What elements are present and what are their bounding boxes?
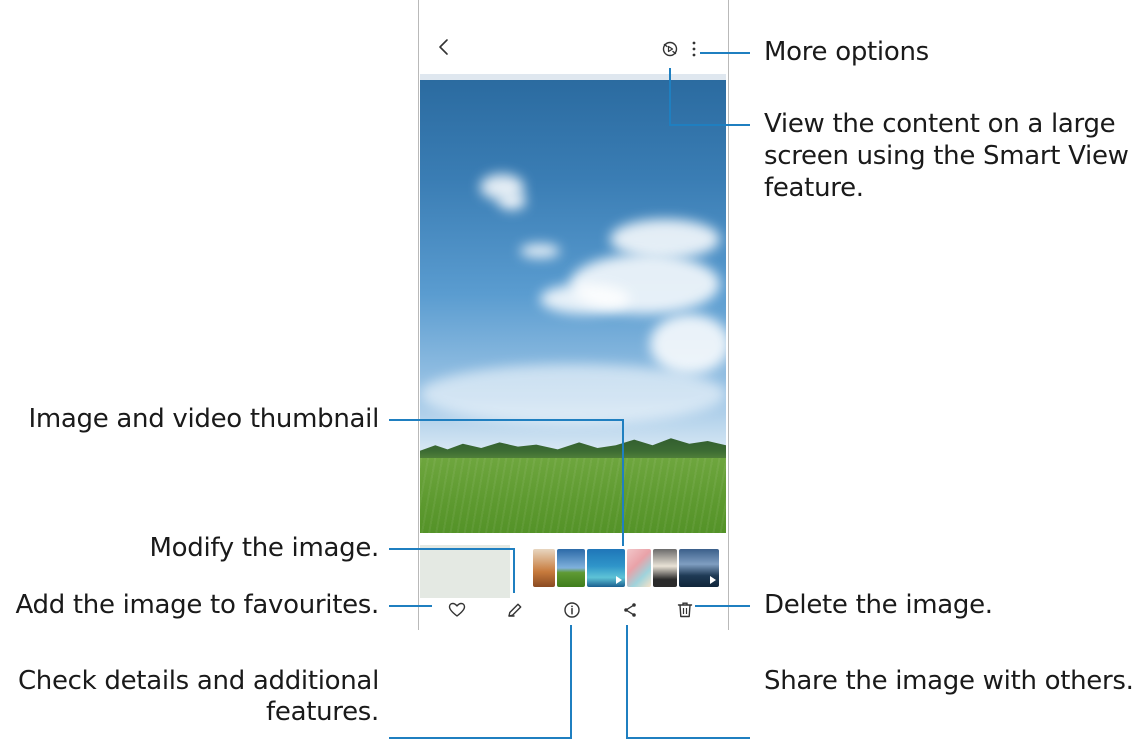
callout-line-thumbnail-h [389, 419, 624, 421]
label-delete: Delete the image. [764, 590, 993, 620]
thumbnail[interactable] [627, 549, 651, 587]
label-smart-view-line2: screen using the Smart View [764, 141, 1129, 171]
cloud [498, 192, 526, 210]
thumbnail-bar [420, 533, 726, 598]
previous-image-preview[interactable] [420, 545, 510, 598]
label-smart-view-line3: feature. [764, 173, 864, 203]
label-favourites: Add the image to favourites. [15, 590, 379, 620]
label-thumbnail: Image and video thumbnail [28, 404, 380, 434]
cloud [420, 364, 726, 424]
info-icon[interactable] [562, 600, 582, 620]
label-share: Share the image with others. [764, 666, 1134, 696]
photo-top-edge [420, 74, 726, 80]
phone-frame [418, 0, 729, 630]
more-vertical-icon[interactable] [689, 40, 699, 58]
label-details-line2: features. [266, 697, 379, 727]
bottom-toolbar [419, 598, 728, 630]
callout-line-share-v [626, 625, 628, 739]
label-details-line1: Check details and additional [17, 666, 379, 696]
cloud [610, 219, 720, 259]
callout-line-smart-view-v [669, 68, 671, 126]
pencil-icon[interactable] [505, 600, 525, 620]
play-icon [710, 576, 716, 584]
callout-line-favourites [389, 605, 432, 607]
cloud [650, 314, 726, 374]
cloud [520, 244, 560, 258]
main-photo[interactable] [420, 74, 726, 598]
callout-line-smart-view-h [669, 124, 750, 126]
callout-line-details-v [570, 625, 572, 739]
heart-icon[interactable] [447, 600, 467, 620]
thumbnail[interactable] [533, 549, 555, 587]
label-modify: Modify the image. [149, 533, 380, 563]
thumbnail[interactable] [653, 549, 677, 587]
play-icon [616, 576, 622, 584]
video-thumbnail[interactable] [679, 549, 719, 587]
callout-line-more-options [700, 52, 750, 54]
share-icon[interactable] [620, 600, 640, 620]
smart-view-icon[interactable] [661, 40, 679, 58]
callout-line-modify-v [513, 548, 515, 593]
thumbnail-strip[interactable] [533, 549, 719, 587]
top-bar [419, 0, 728, 74]
trash-icon[interactable] [675, 600, 695, 620]
callout-line-delete [695, 605, 750, 607]
callout-line-modify-h [389, 548, 515, 550]
thumbnail-selected[interactable] [557, 549, 585, 587]
callout-line-thumbnail-v [622, 419, 624, 546]
label-smart-view-line1: View the content on a large [764, 109, 1116, 139]
video-thumbnail[interactable] [587, 549, 625, 587]
cloud [540, 284, 630, 314]
label-more-options: More options [764, 37, 929, 67]
chevron-left-icon[interactable] [435, 36, 453, 58]
